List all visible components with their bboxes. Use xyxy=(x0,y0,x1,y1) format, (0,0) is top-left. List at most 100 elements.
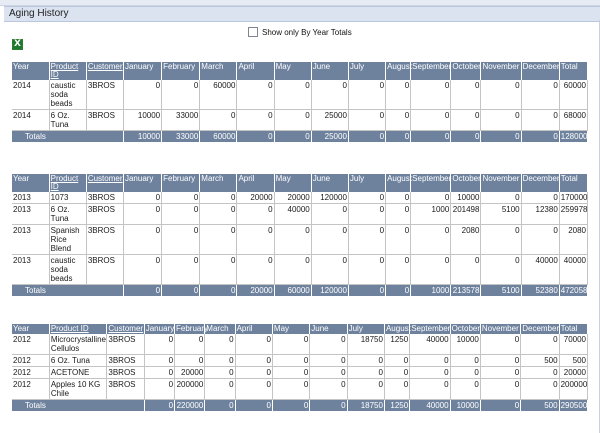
cell-product-id: ACETONE xyxy=(49,366,108,379)
cell-september: 1000 xyxy=(410,203,452,225)
cell-august: 1250 xyxy=(384,334,411,355)
total-october: 10000 xyxy=(450,399,481,411)
col-header-label: Product ID xyxy=(50,174,79,191)
cell-january: 0 xyxy=(144,378,176,400)
totals-label: Totals xyxy=(12,130,124,142)
cell-year: 2014 xyxy=(12,80,50,110)
total-july: 0 xyxy=(348,130,387,142)
col-header-october: October xyxy=(450,174,482,192)
table-row: 2012 6 Oz. Tuna 3BROS 0 0 0 0 0 0 0 0 0 0 0 500 500 xyxy=(12,354,589,367)
total-august: 0 xyxy=(385,284,412,296)
cell-july: 0 xyxy=(348,192,387,204)
cell-total: 170000 xyxy=(559,192,589,204)
cell-customer: 3BROS xyxy=(86,192,124,204)
cell-year: 2013 xyxy=(12,224,50,255)
cell-november: 0 xyxy=(480,354,522,367)
table-header-row: Year Product ID Customer January February Mar… xyxy=(12,324,589,334)
cell-april: 0 xyxy=(235,354,273,367)
cell-product-id: caustic soda beads xyxy=(49,80,87,110)
cell-july: 0 xyxy=(347,378,385,400)
cell-october: 0 xyxy=(450,80,482,110)
total-total: 128000 xyxy=(559,130,589,142)
table-row: 2013 Spanish Rice Blend 3BROS 0 0 0 0 0 0 0 0 0 2080… xyxy=(12,224,589,255)
cell-customer: 3BROS xyxy=(106,366,145,379)
cell-customer: 3BROS xyxy=(106,354,145,367)
cell-july: 0 xyxy=(348,109,387,131)
cell-july: 0 xyxy=(347,354,385,367)
col-header-march: March xyxy=(199,62,238,80)
cell-july: 18750 xyxy=(347,334,385,355)
total-january: 0 xyxy=(144,399,176,411)
excel-icon[interactable] xyxy=(12,39,23,50)
col-header-august: August xyxy=(384,324,411,334)
cell-total: 200000 xyxy=(559,378,589,400)
col-header-label: June xyxy=(312,62,331,71)
cell-february: 0 xyxy=(174,354,206,367)
col-header-year: Year xyxy=(12,174,50,192)
col-header-label: March xyxy=(201,174,224,183)
col-header-product-id[interactable]: Product ID xyxy=(49,324,108,334)
col-header-customer[interactable]: Customer xyxy=(106,324,145,334)
cell-total: 60000 xyxy=(559,80,589,110)
cell-october: 0 xyxy=(450,366,481,379)
table-row: 2013 1073 3BROS 0 0 0 20000 20000 120000 0 0 0 10000… xyxy=(12,192,589,204)
cell-product-id: Microcrystalline Cellulos xyxy=(49,334,108,355)
cell-february: 0 xyxy=(161,80,201,110)
cell-june: 120000 xyxy=(311,192,349,204)
col-header-label: May xyxy=(273,324,290,333)
cell-year: 2014 xyxy=(12,109,50,131)
col-header-label: May xyxy=(275,62,291,71)
col-header-may: May xyxy=(272,324,311,334)
col-header-label: December xyxy=(522,62,560,71)
cell-may: 0 xyxy=(272,378,311,400)
cell-total: 68000 xyxy=(559,109,589,131)
col-header-february: February xyxy=(174,324,208,334)
cell-product-id: 6 Oz. Tuna xyxy=(49,109,87,131)
col-header-april: April xyxy=(235,324,273,334)
col-header-february: February xyxy=(161,174,201,192)
total-september: 40000 xyxy=(409,399,451,411)
col-header-may: May xyxy=(274,62,312,80)
col-header-label: July xyxy=(349,62,365,71)
cell-product-id: Apples 10 KG Chile xyxy=(49,378,108,400)
cell-july: 0 xyxy=(347,366,385,379)
col-header-product-id[interactable]: Product ID xyxy=(49,62,87,80)
cell-november: 5100 xyxy=(480,203,522,225)
col-header-label: December xyxy=(522,324,560,333)
year-totals-filter[interactable]: Show only By Year Totals xyxy=(248,27,352,37)
cell-may: 20000 xyxy=(274,192,312,204)
col-header-january: January xyxy=(123,62,163,80)
table-row: 2012 Microcrystalline Cellulos 3BROS 0 0 0 0 0 0… xyxy=(12,334,589,355)
col-header-label: Product ID xyxy=(50,62,79,79)
year-totals-checkbox[interactable] xyxy=(248,27,258,37)
col-header-march: March xyxy=(204,324,236,334)
cell-march: 60000 xyxy=(199,80,238,110)
col-header-customer[interactable]: Customer xyxy=(86,62,124,80)
cell-april: 0 xyxy=(236,203,275,225)
col-header-march: March xyxy=(199,174,238,192)
col-header-label: Total xyxy=(560,174,578,183)
col-header-customer[interactable]: Customer xyxy=(86,174,124,192)
col-header-label: September xyxy=(412,62,452,71)
cell-year: 2013 xyxy=(12,192,50,204)
cell-september: 0 xyxy=(409,378,451,400)
cell-august: 0 xyxy=(385,254,412,285)
total-march: 0 xyxy=(204,399,236,411)
cell-november: 0 xyxy=(480,366,522,379)
total-december: 500 xyxy=(520,399,560,411)
col-header-year: Year xyxy=(12,62,50,80)
col-header-june: June xyxy=(311,62,349,80)
cell-september: 0 xyxy=(410,224,452,255)
cell-february: 0 xyxy=(174,334,206,355)
cell-april: 20000 xyxy=(236,192,275,204)
col-header-november: November xyxy=(480,174,522,192)
page-title: Aging History xyxy=(9,8,69,19)
cell-product-id: caustic soda beads xyxy=(49,254,87,285)
cell-january: 0 xyxy=(123,192,163,204)
col-header-september: September xyxy=(409,324,451,334)
cell-june: 0 xyxy=(311,224,349,255)
aging-table-2012: Year Product ID Customer January February Mar… xyxy=(12,324,589,411)
col-header-label: August xyxy=(387,174,412,183)
col-header-product-id[interactable]: Product ID xyxy=(49,174,87,192)
total-june: 0 xyxy=(309,399,348,411)
